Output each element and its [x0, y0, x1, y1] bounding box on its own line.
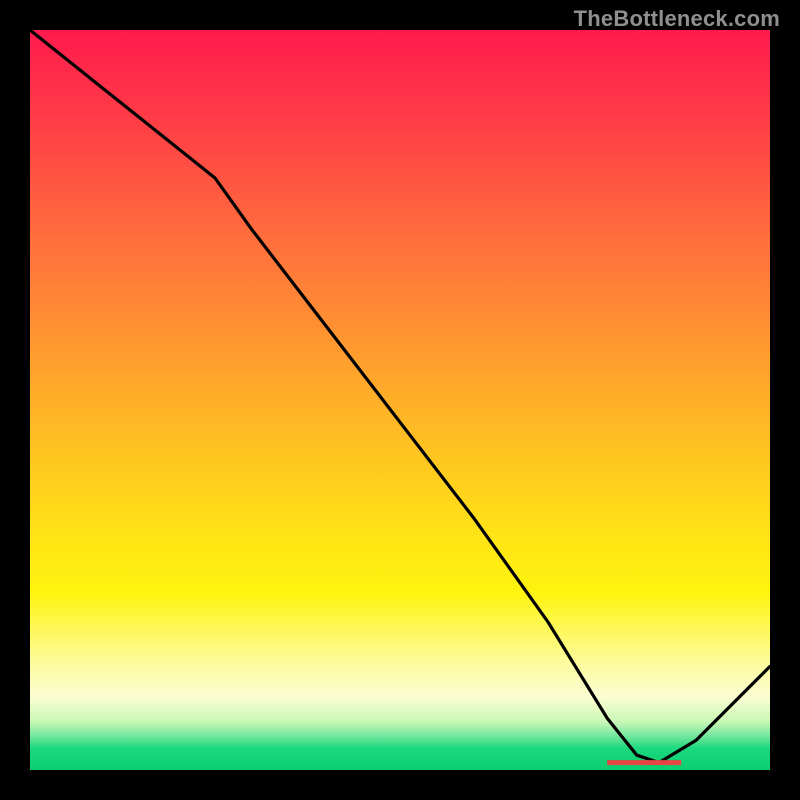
watermark-text: TheBottleneck.com [574, 6, 780, 32]
chart-svg-layer [30, 30, 770, 770]
chart-series-line [30, 30, 770, 763]
